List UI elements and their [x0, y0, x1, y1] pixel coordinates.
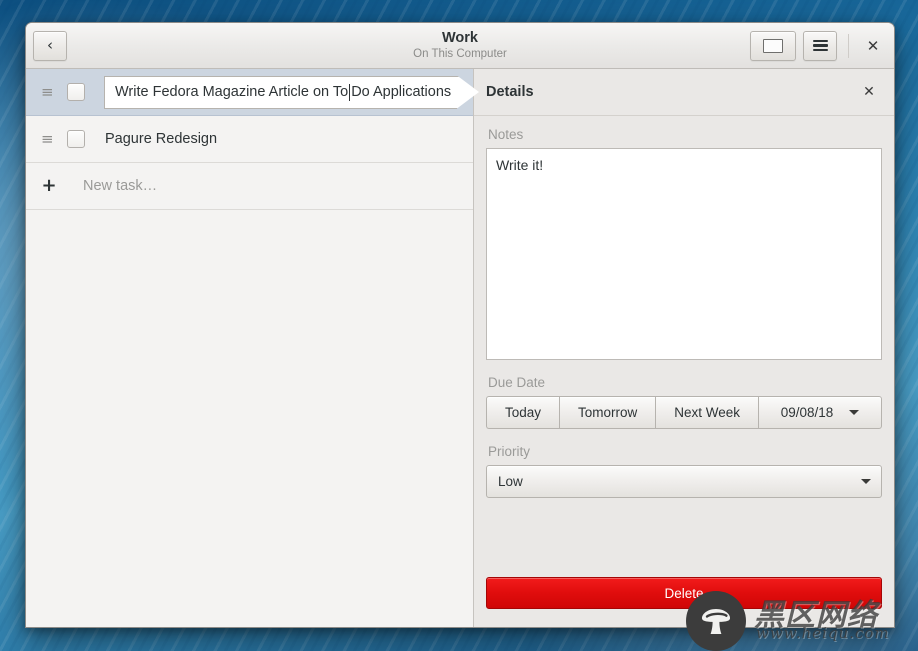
text-caret	[349, 83, 351, 101]
chevron-left-icon: ‹	[47, 36, 53, 54]
chevron-down-icon	[849, 410, 860, 415]
new-task-placeholder: New task…	[83, 178, 158, 194]
delete-button[interactable]: Delete	[486, 577, 882, 609]
new-task-row[interactable]: + New task…	[26, 163, 473, 210]
due-today-button[interactable]: Today	[486, 396, 559, 429]
task-row-editing[interactable]: ≡ Write Fedora Magazine Article on To Do…	[26, 69, 479, 116]
plus-icon: +	[41, 175, 57, 196]
header-separator	[848, 33, 849, 58]
task-checkbox[interactable]	[67, 83, 85, 101]
task-title-entry-wrapper: Write Fedora Magazine Article on To Do A…	[104, 75, 479, 109]
page-title: Work	[442, 30, 478, 46]
rectangle-view-icon	[763, 38, 783, 53]
header-right-controls: ✕	[750, 30, 886, 61]
todo-window: ‹ Work On This Computer ✕ ≡ Write Fedora…	[25, 22, 895, 628]
details-title: Details	[486, 84, 534, 100]
notes-textarea[interactable]: Write it!	[486, 148, 882, 360]
details-header: Details ✕	[474, 69, 894, 116]
window-close-button[interactable]: ✕	[860, 33, 886, 59]
window-header-bar: ‹ Work On This Computer ✕	[26, 23, 894, 69]
task-title-input[interactable]: Write Fedora Magazine Article on To Do A…	[104, 75, 457, 109]
drag-handle-icon[interactable]: ≡	[41, 84, 57, 100]
window-body: ≡ Write Fedora Magazine Article on To Do…	[26, 69, 894, 627]
details-panel: Details ✕ Notes Write it! Due Date Today…	[473, 69, 894, 627]
due-date-button-group: Today Tomorrow Next Week 09/08/18	[486, 396, 882, 429]
drag-handle-icon[interactable]: ≡	[41, 131, 57, 147]
view-toggle-button[interactable]	[750, 30, 796, 61]
hamburger-menu-icon	[812, 39, 828, 52]
task-title-label: Pagure Redesign	[105, 131, 218, 147]
task-title-text-after-caret: Do Applications	[351, 84, 452, 100]
menu-button[interactable]	[803, 30, 837, 61]
details-body: Notes Write it! Due Date Today Tomorrow …	[474, 116, 894, 627]
due-date-label: Due Date	[488, 375, 546, 390]
due-date-value: 09/08/18	[780, 405, 834, 420]
task-title-text-before-caret: Write Fedora Magazine Article on To	[115, 84, 349, 100]
task-checkbox[interactable]	[67, 130, 85, 148]
priority-value: Low	[498, 474, 523, 489]
page-subtitle: On This Computer	[413, 48, 507, 60]
due-next-week-button[interactable]: Next Week	[655, 396, 758, 429]
chevron-down-icon	[861, 479, 871, 484]
task-list-panel: ≡ Write Fedora Magazine Article on To Do…	[26, 69, 479, 627]
priority-label: Priority	[488, 444, 531, 459]
due-date-picker-button[interactable]: 09/08/18	[757, 396, 882, 429]
task-list-empty-area	[26, 210, 473, 627]
priority-select[interactable]: Low	[486, 465, 882, 498]
notes-label: Notes	[488, 127, 524, 142]
due-tomorrow-button[interactable]: Tomorrow	[559, 396, 656, 429]
details-close-button[interactable]: ✕	[858, 81, 880, 103]
back-button[interactable]: ‹	[33, 30, 67, 61]
task-row[interactable]: ≡ Pagure Redesign	[26, 116, 473, 163]
